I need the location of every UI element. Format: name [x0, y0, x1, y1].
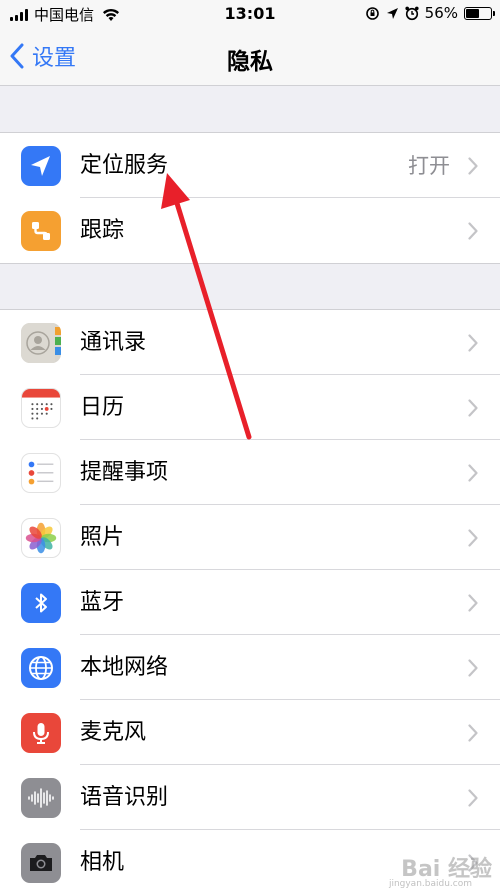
row-label: 通讯录 — [80, 330, 147, 355]
calendar-icon — [21, 388, 61, 428]
row-tracking[interactable]: 跟踪 — [0, 198, 500, 263]
bluetooth-icon — [21, 583, 61, 623]
chevron-right-icon — [468, 724, 478, 742]
row-location-services[interactable]: 定位服务 打开 — [0, 133, 500, 198]
row-value: 打开 — [408, 154, 450, 178]
navigation-bar: 设置 隐私 — [0, 30, 500, 86]
tracking-icon — [21, 211, 61, 251]
chevron-right-icon — [468, 399, 478, 417]
alarm-icon — [405, 6, 419, 20]
location-arrow-icon — [386, 7, 398, 19]
row-local-network[interactable]: 本地网络 — [0, 635, 500, 700]
camera-icon — [21, 843, 61, 883]
row-label: 跟踪 — [80, 218, 125, 243]
chevron-right-icon — [468, 594, 478, 612]
row-label: 日历 — [80, 395, 125, 420]
row-microphone[interactable]: 麦克风 — [0, 700, 500, 765]
reminders-icon — [21, 453, 61, 493]
location-icon — [21, 146, 61, 186]
settings-group-2: 通讯录 日历 提醒事项 照片 蓝牙 本地网络 麦克风 语音识别 相机 — [0, 309, 500, 889]
row-label: 本地网络 — [80, 655, 169, 680]
chevron-right-icon — [468, 659, 478, 677]
globe-icon — [21, 648, 61, 688]
battery-percent: 56% — [424, 4, 458, 22]
row-bluetooth[interactable]: 蓝牙 — [0, 570, 500, 635]
row-calendar[interactable]: 日历 — [0, 375, 500, 440]
row-label: 照片 — [80, 525, 125, 550]
orientation-lock-icon — [365, 6, 379, 20]
settings-group-1: 定位服务 打开 跟踪 — [0, 132, 500, 264]
chevron-right-icon — [468, 222, 478, 240]
chevron-right-icon — [468, 334, 478, 352]
row-label: 语音识别 — [80, 785, 169, 810]
photos-icon — [21, 518, 61, 558]
speech-recognition-icon — [21, 778, 61, 818]
chevron-right-icon — [468, 789, 478, 807]
page-title: 隐私 — [227, 49, 273, 75]
microphone-icon — [21, 713, 61, 753]
row-speech-recognition[interactable]: 语音识别 — [0, 765, 500, 830]
status-bar: 中国电信 13:01 56% — [0, 0, 500, 30]
row-label: 蓝牙 — [80, 590, 125, 615]
row-label: 相机 — [80, 850, 125, 875]
row-label: 定位服务 — [80, 153, 169, 178]
row-reminders[interactable]: 提醒事项 — [0, 440, 500, 505]
status-right: 56% — [365, 4, 495, 22]
row-photos[interactable]: 照片 — [0, 505, 500, 570]
row-contacts[interactable]: 通讯录 — [0, 310, 500, 375]
chevron-right-icon — [468, 464, 478, 482]
watermark-url: jingyan.baidu.com — [388, 879, 472, 889]
row-label: 麦克风 — [80, 720, 147, 745]
chevron-right-icon — [468, 529, 478, 547]
battery-icon — [464, 6, 495, 20]
battery-level — [466, 8, 480, 18]
row-label: 提醒事项 — [80, 460, 169, 485]
chevron-right-icon — [468, 157, 478, 175]
contacts-icon — [21, 323, 61, 363]
